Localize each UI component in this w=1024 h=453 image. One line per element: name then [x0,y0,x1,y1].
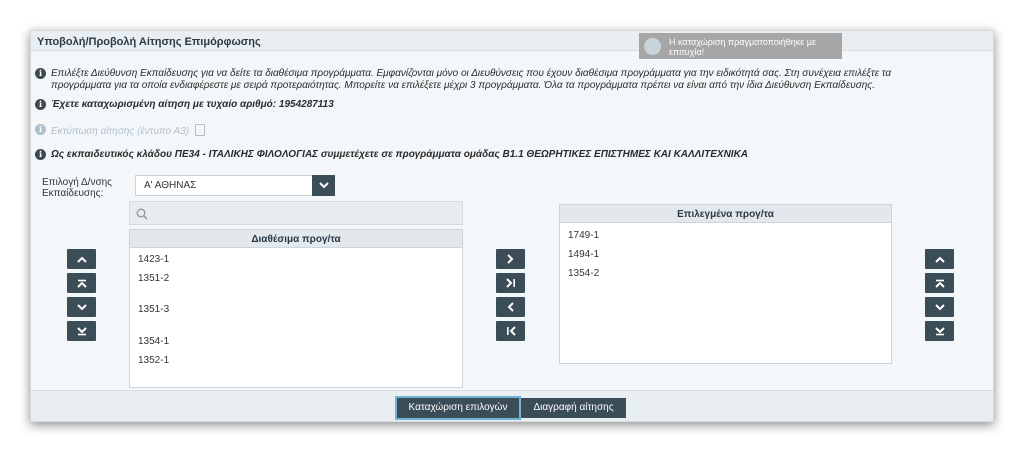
selected-move-bottom-button[interactable] [925,321,954,341]
chevron-bottom-icon [76,326,87,335]
instructions-line-1: Επιλέξτε Διεύθυνση Εκπαίδευσης για να δε… [51,68,892,79]
info-icon: i [35,124,46,135]
save-selections-button[interactable]: Καταχώριση επιλογών [397,398,519,418]
search-icon [136,207,148,225]
list-item[interactable]: 1352-1 [138,355,169,366]
available-list-header: Διαθέσιμα προγ/τα [130,230,462,248]
directorate-label: Επιλογή Δ/νσης Εκπαίδευσης: [42,177,112,199]
selected-programs-list[interactable]: Επιλεγμένα προγ/τα 1749-1 1494-1 1354-2 [559,204,892,364]
list-item[interactable]: 1749-1 [568,230,599,241]
move-top-button[interactable] [67,273,96,293]
list-item[interactable]: 1354-2 [568,268,599,279]
success-toast[interactable]: Η καταχώριση πραγματοποιήθηκε με επιτυχί… [639,33,842,59]
selected-list-header: Επιλεγμένα προγ/τα [560,205,891,223]
chevron-left-icon [507,302,514,312]
list-item[interactable]: 1351-2 [138,273,169,284]
move-up-button[interactable] [67,249,96,269]
info-icon: i [35,149,46,160]
list-item[interactable]: 1494-1 [568,249,599,260]
info-circle-icon [644,38,661,55]
move-right-button[interactable] [496,249,525,269]
list-item[interactable]: 1351-3 [138,304,169,315]
chevron-right-icon [507,254,514,264]
directorate-selected-value: Α' ΑΘΗΝΑΣ [144,180,197,191]
move-down-button[interactable] [67,297,96,317]
move-all-left-button[interactable] [496,321,525,341]
chevron-top-icon [934,279,945,288]
chevron-right-end-icon [505,278,515,288]
chevron-down-icon [76,303,87,310]
selected-move-up-button[interactable] [925,249,954,269]
chevron-down-icon[interactable] [312,175,335,196]
selected-move-top-button[interactable] [925,273,954,293]
chevron-up-icon [76,256,87,263]
available-programs-list[interactable]: Διαθέσιμα προγ/τα 1423-1 1351-2 1351-3 1… [129,229,463,388]
toast-message: Η καταχώριση πραγματοποιήθηκε με επιτυχί… [669,37,816,57]
chevron-left-end-icon [506,326,516,336]
panel-title: Υποβολή/Προβολή Αίτησης Επιμόρφωσης [31,31,993,51]
directorate-select[interactable]: Α' ΑΘΗΝΑΣ [135,175,335,196]
branch-notice: i Ως εκπαιδευτικός κλάδου ΠΕ34 - ΙΤΑΛΙΚΗ… [35,149,748,161]
move-all-right-button[interactable] [496,273,525,293]
print-application[interactable]: i Εκτύπωση αίτησης (έντυπο Α3) [35,124,205,138]
delete-application-button[interactable]: Διαγραφή αίτησης [521,398,626,418]
instructions: i Επιλέξτε Διεύθυνση Εκπαίδευσης για να … [35,68,985,92]
application-panel: Υποβολή/Προβολή Αίτησης Επιμόρφωσης Η κα… [30,30,994,422]
chevron-up-icon [934,256,945,263]
info-icon: i [35,99,46,110]
selected-move-down-button[interactable] [925,297,954,317]
pdf-file-icon[interactable] [194,124,205,136]
action-bar: Καταχώριση επιλογών Διαγραφή αίτησης [31,390,993,421]
search-input[interactable] [129,201,463,225]
chevron-top-icon [76,279,87,288]
move-left-button[interactable] [496,297,525,317]
registered-notice: i Έχετε καταχωρισμένη αίτηση με τυχαίο α… [35,99,334,111]
list-item[interactable]: 1354-1 [138,336,169,347]
list-item[interactable]: 1423-1 [138,254,169,265]
instructions-line-2: προγράμματα για τα οποία ενδιαφέρεστε με… [51,80,875,91]
chevron-bottom-icon [934,326,945,335]
move-bottom-button[interactable] [67,321,96,341]
print-link[interactable]: Εκτύπωση αίτησης (έντυπο Α3) [51,126,189,137]
chevron-down-icon [934,303,945,310]
info-icon: i [35,68,46,79]
